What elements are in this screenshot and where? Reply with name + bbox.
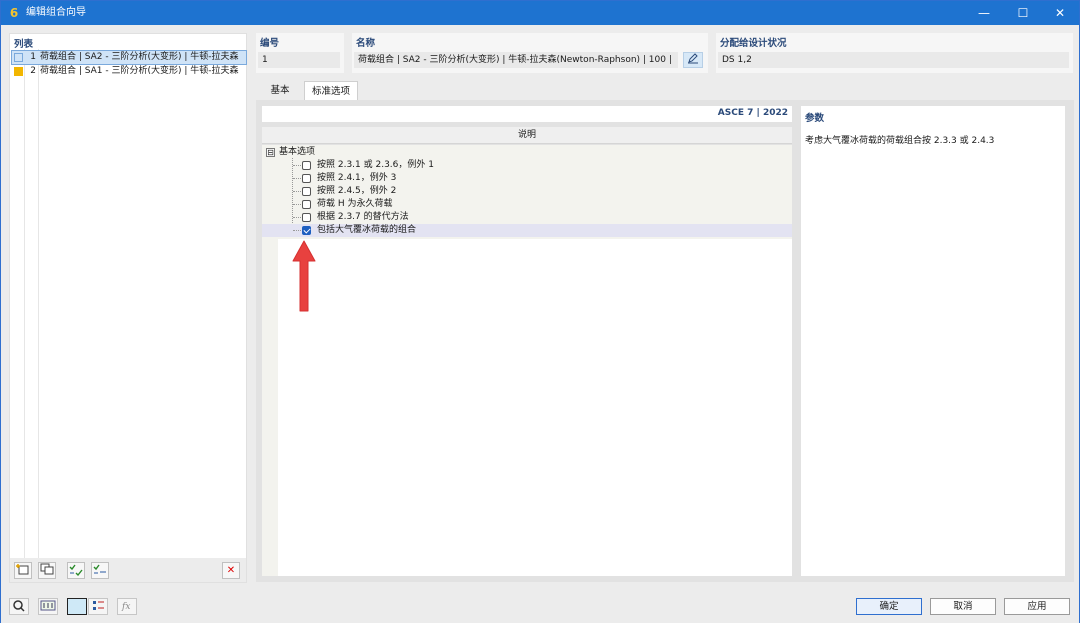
combination-list: 1 荷载组合 | SA2 - 三阶分析(大变形) | 牛顿-拉夫森 2 荷载组合… [11,49,247,577]
option-label: 按照 2.3.1 或 2.3.6，例外 1 [317,160,434,170]
copy-item-button[interactable] [38,562,56,579]
tab-standard-options[interactable]: 标准选项 [304,81,358,101]
name-field-group: 名称 荷载组合 | SA2 - 三阶分析(大变形) | 牛顿-拉夫森(Newto… [352,33,708,73]
delete-button[interactable]: ✕ [222,562,240,579]
design-status-label: 分配给设计状况 [720,38,787,49]
combination-list-panel: 列表 1 荷载组合 | SA2 - 三阶分析(大变形) | 牛顿-拉夫森 2 荷… [9,33,247,583]
name-field[interactable]: 荷载组合 | SA2 - 三阶分析(大变形) | 牛顿-拉夫森(Newton-R… [354,52,678,68]
apply-button[interactable]: 应用 [1004,598,1070,615]
list-header: 列表 [14,39,34,50]
edit-name-button[interactable] [683,52,703,68]
uncheck-icon [93,564,106,574]
wizard-window: 6 编辑组合向导 — ☐ ✕ 列表 1 荷载组合 | SA2 - 三阶分析(大变… [0,0,1080,623]
check-all-button[interactable] [67,562,85,579]
new-item-button[interactable] [14,562,32,579]
tree-group-basic-options[interactable]: ⊟ 基本选项 [262,146,792,159]
color-swatch [14,67,23,76]
tab-basic[interactable]: 基本 [263,81,297,101]
option-row[interactable]: 按照 2.4.1，例外 3 [262,172,792,185]
list-item-number: 2 [30,66,36,76]
option-row[interactable]: 荷载 H 为永久荷载 [262,198,792,211]
check-all-icon [69,564,83,577]
option-checkbox[interactable] [302,161,311,170]
design-status-field-group: 分配给设计状况 DS 1,2 [716,33,1073,73]
group-label: 基本选项 [279,147,316,157]
option-row[interactable]: 根据 2.3.7 的替代方法 [262,211,792,224]
ok-button[interactable]: 确定 [856,598,922,615]
app-logo-icon: 6 [9,6,19,20]
formula-icon[interactable]: fx [117,598,137,615]
maximize-button[interactable]: ☐ [1004,1,1042,25]
uncheck-all-button[interactable] [91,562,109,579]
number-field-group: 编号 1 [256,33,344,73]
option-checkbox[interactable] [302,187,311,196]
standard-header: ASCE 7 | 2022 [262,106,792,122]
option-checkbox[interactable] [302,200,311,209]
option-row[interactable]: 按照 2.4.5，例外 2 [262,185,792,198]
tree-connector [293,191,301,192]
option-row[interactable]: 按照 2.3.1 或 2.3.6，例外 1 [262,159,792,172]
search-icon[interactable] [9,598,29,615]
copy-icon [40,563,54,575]
annotation-arrow-icon [292,240,316,312]
list-grid-line [38,49,39,577]
decimal-format-icon[interactable] [38,598,58,615]
new-item-icon [16,564,29,575]
tree-connector [293,178,301,179]
cancel-button[interactable]: 取消 [930,598,996,615]
parameters-text: 考虑大气覆冰荷载的荷载组合按 2.3.3 或 2.4.3 [805,136,995,146]
options-tree: ⊟ 基本选项 按照 2.3.1 或 2.3.6，例外 1 按照 2.4.1，例外… [262,145,792,576]
option-label: 荷载 H 为永久荷载 [317,199,393,209]
list-item-number: 1 [30,52,36,62]
list-item-name: 荷载组合 | SA1 - 三阶分析(大变形) | 牛顿-拉夫森 [40,66,239,76]
tree-connector [293,230,301,231]
number-label: 编号 [260,38,280,49]
bottom-toolbar: fx 确定 取消 应用 [1,589,1079,623]
svg-text:fx: fx [121,602,130,612]
description-column-header: 说明 [262,127,792,144]
title-bar: 6 编辑组合向导 — ☐ ✕ [1,1,1079,25]
list-grid-line [24,49,25,577]
collapse-icon[interactable]: ⊟ [266,148,275,157]
name-label: 名称 [356,38,376,49]
option-row-selected[interactable]: 包括大气覆冰荷载的组合 [262,224,792,237]
tree-connector [293,204,301,205]
list-toolbar: ✕ [10,558,246,582]
design-status-field[interactable]: DS 1,2 [718,52,1069,68]
option-label: 根据 2.3.7 的替代方法 [317,212,409,222]
list-item-name: 荷载组合 | SA2 - 三阶分析(大变形) | 牛顿-拉夫森 [40,52,239,62]
standard-options-content: ASCE 7 | 2022 说明 ⊟ 基本选项 按照 2.3.1 或 2.3.6… [256,100,1074,582]
tree-connector [293,217,301,218]
color-picker-icon[interactable] [67,598,87,615]
option-checkbox[interactable] [302,174,311,183]
units-settings-icon[interactable] [88,598,108,615]
standard-title: ASCE 7 | 2022 [717,108,788,118]
parameters-panel: 参数 考虑大气覆冰荷载的荷载组合按 2.3.3 或 2.4.3 [801,106,1065,576]
option-checkbox[interactable] [302,213,311,222]
tree-connector [293,165,301,166]
color-swatch [14,53,23,62]
edit-pencil-icon [688,53,698,64]
window-title: 编辑组合向导 [26,7,86,18]
option-label: 按照 2.4.1，例外 3 [317,173,397,183]
number-field[interactable]: 1 [258,52,340,68]
minimize-button[interactable]: — [965,1,1003,25]
list-item[interactable]: 2 荷载组合 | SA1 - 三阶分析(大变形) | 牛顿-拉夫森 [12,65,246,78]
option-checkbox-checked[interactable] [302,226,311,235]
list-item[interactable]: 1 荷载组合 | SA2 - 三阶分析(大变形) | 牛顿-拉夫森 [11,50,247,65]
option-label: 按照 2.4.5，例外 2 [317,186,397,196]
parameters-title: 参数 [805,113,825,124]
close-window-button[interactable]: ✕ [1041,1,1079,25]
option-label: 包括大气覆冰荷载的组合 [317,225,417,235]
